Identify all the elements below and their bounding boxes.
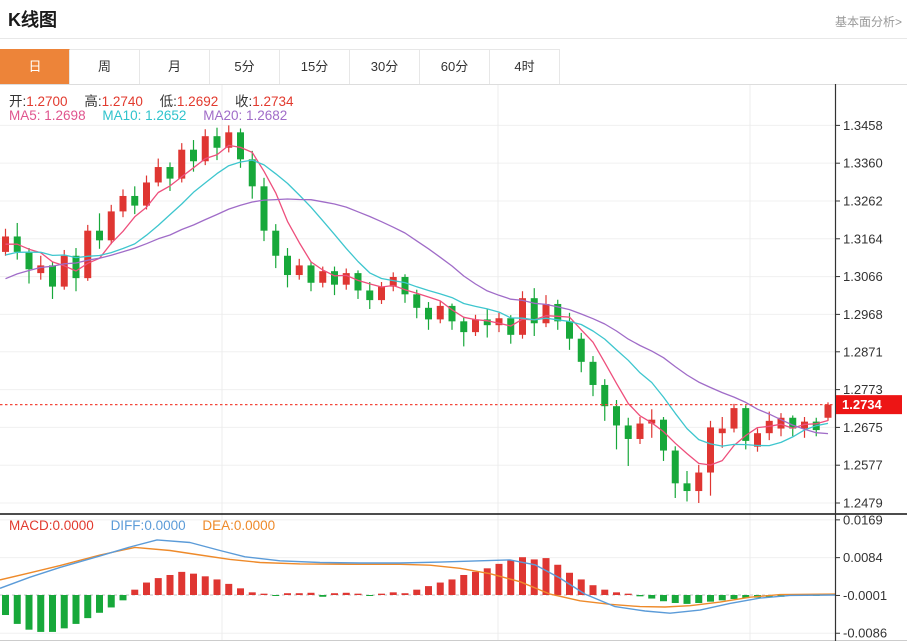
tab-4hour[interactable]: 4时 — [490, 49, 560, 84]
tab-60min[interactable]: 60分 — [420, 49, 490, 84]
svg-text:0.0169: 0.0169 — [843, 512, 883, 527]
svg-text:1.2773: 1.2773 — [843, 382, 883, 397]
tab-month[interactable]: 月 — [140, 49, 210, 84]
svg-text:1.2675: 1.2675 — [843, 420, 883, 435]
svg-text:1.2734: 1.2734 — [842, 397, 883, 412]
svg-text:-0.0001: -0.0001 — [843, 588, 887, 603]
svg-text:1.2968: 1.2968 — [843, 307, 883, 322]
fundamental-analysis-link[interactable]: 基本面分析> — [835, 13, 902, 30]
tab-week[interactable]: 周 — [70, 49, 140, 84]
diff-line — [0, 540, 835, 613]
kline-widget: K线图 基本面分析> 日 周 月 5分 15分 30分 60分 4时 1.345… — [0, 0, 907, 642]
header-divider — [0, 38, 907, 39]
svg-text:1.3458: 1.3458 — [843, 118, 883, 133]
svg-text:-0.0086: -0.0086 — [843, 626, 887, 641]
svg-text:1.3066: 1.3066 — [843, 269, 883, 284]
svg-text:1.2577: 1.2577 — [843, 458, 883, 473]
interval-tabstrip: 日 周 月 5分 15分 30分 60分 4时 — [0, 49, 560, 84]
tab-15min[interactable]: 15分 — [280, 49, 350, 84]
grid-layer — [0, 85, 835, 640]
kline-chart[interactable]: 1.3458 1.3360 1.3262 1.3164 1.3066 1.2968 1.28… — [0, 84, 907, 642]
svg-text:1.3164: 1.3164 — [843, 231, 883, 246]
price-axis-labels: 1.3458 1.3360 1.3262 1.3164 1.3066 1.2968 1.28… — [835, 118, 887, 641]
tab-day[interactable]: 日 — [0, 49, 70, 84]
tab-5min[interactable]: 5分 — [210, 49, 280, 84]
svg-text:0.0084: 0.0084 — [843, 550, 883, 565]
tab-30min[interactable]: 30分 — [350, 49, 420, 84]
svg-text:1.2871: 1.2871 — [843, 344, 883, 359]
svg-text:1.3360: 1.3360 — [843, 156, 883, 171]
svg-text:1.3262: 1.3262 — [843, 193, 883, 208]
svg-text:1.2479: 1.2479 — [843, 496, 883, 511]
current-price-badge: 1.2734 — [836, 395, 902, 414]
page-title: K线图 — [8, 6, 57, 32]
